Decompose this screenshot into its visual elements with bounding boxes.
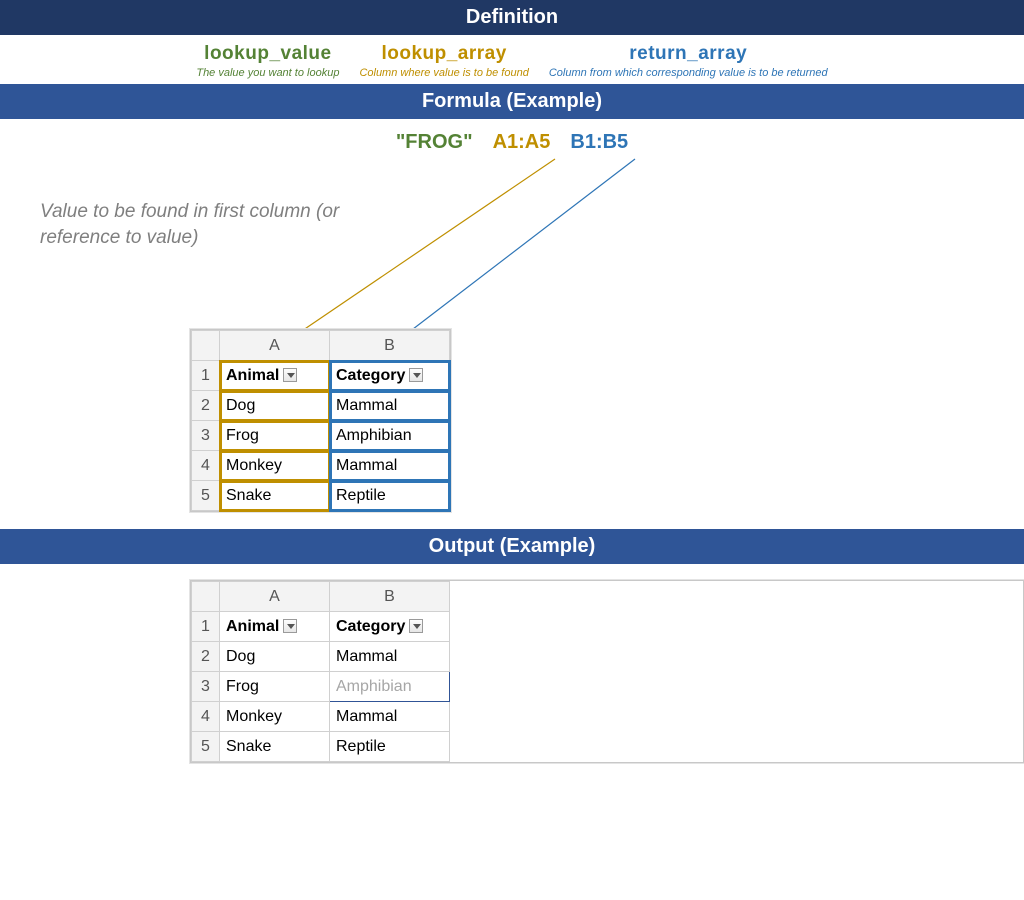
section-formula-header: Formula (Example): [0, 84, 1024, 119]
formula-arg2: A1:A5: [493, 131, 551, 154]
row-num: 3: [192, 672, 220, 702]
output-result-cell: Amphibian: [330, 672, 450, 702]
title-B: Category: [336, 618, 405, 635]
row-num: 2: [192, 642, 220, 672]
filter-icon[interactable]: [409, 368, 423, 382]
cell-B2: Mammal: [330, 391, 450, 421]
section-output-header: Output (Example): [0, 529, 1024, 564]
def-label-lookup-array: lookup_array: [359, 43, 528, 65]
row-num: 3: [192, 421, 220, 451]
row-num: 5: [192, 732, 220, 762]
cell-A3: Frog: [220, 672, 330, 702]
col-header-B: B: [330, 331, 450, 361]
def-desc-lookup-value: The value you want to lookup: [196, 67, 339, 80]
corner-cell: [192, 582, 220, 612]
table-row: 4 Monkey Mammal: [192, 451, 450, 481]
filter-icon[interactable]: [283, 368, 297, 382]
title-A: Animal: [226, 367, 279, 384]
cell-A1: Animal: [220, 612, 330, 642]
cell-A4: Monkey: [220, 702, 330, 732]
col-header-A: A: [220, 331, 330, 361]
def-label-return-array: return_array: [549, 43, 828, 65]
def-label-lookup-value: lookup_value: [196, 43, 339, 65]
hint-text: Value to be found in first column (or re…: [40, 199, 340, 250]
cell-B2: Mammal: [330, 642, 450, 672]
row-num: 4: [192, 451, 220, 481]
cell-B1: Category: [330, 612, 450, 642]
cell-A2: Dog: [220, 642, 330, 672]
cell-B5: Reptile: [330, 732, 450, 762]
row-num: 1: [192, 361, 220, 391]
definition-row: lookup_value The value you want to looku…: [0, 35, 1024, 84]
col-headers: A B: [192, 331, 450, 361]
cell-B5: Reptile: [330, 481, 450, 511]
table-row: 3 Frog Amphibian: [192, 421, 450, 451]
col-header-B: B: [330, 582, 450, 612]
formula-row: "FROG" A1:A5 B1:B5: [0, 131, 1024, 154]
cell-A4: Monkey: [220, 451, 330, 481]
def-lookup-array: lookup_array Column where value is to be…: [359, 43, 528, 80]
title-B: Category: [336, 367, 405, 384]
table-row: 5 Snake Reptile: [192, 732, 450, 762]
cell-B4: Mammal: [330, 451, 450, 481]
cell-A1: Animal: [220, 361, 330, 391]
table-row: 4 Monkey Mammal: [192, 702, 450, 732]
row-num: 5: [192, 481, 220, 511]
table-row: 3 Frog Amphibian: [192, 672, 450, 702]
row-num: 4: [192, 702, 220, 732]
output-table: A B 1 Animal Category 2 Dog Mammal 3 Fro…: [190, 580, 1024, 763]
def-lookup-value: lookup_value The value you want to looku…: [196, 43, 339, 80]
formula-area: "FROG" A1:A5 B1:B5 Value to be found in …: [0, 119, 1024, 529]
def-desc-return-array: Column from which corresponding value is…: [549, 67, 828, 80]
arrow-overlay: [0, 119, 1024, 529]
output-area: A B 1 Animal Category 2 Dog Mammal 3 Fro…: [0, 564, 1024, 783]
table-row: 2 Dog Mammal: [192, 391, 450, 421]
table-row: 1 Animal Category: [192, 361, 450, 391]
corner-cell: [192, 331, 220, 361]
table-row: 1 Animal Category: [192, 612, 450, 642]
cell-B3: Amphibian: [330, 421, 450, 451]
row-num: 1: [192, 612, 220, 642]
cell-A5: Snake: [220, 481, 330, 511]
formula-arg3: B1:B5: [570, 131, 628, 154]
table-row: 5 Snake Reptile: [192, 481, 450, 511]
title-A: Animal: [226, 618, 279, 635]
table-row: 2 Dog Mammal: [192, 642, 450, 672]
row-num: 2: [192, 391, 220, 421]
section-definition-header: Definition: [0, 0, 1024, 35]
cell-B4: Mammal: [330, 702, 450, 732]
cell-A2: Dog: [220, 391, 330, 421]
filter-icon[interactable]: [409, 619, 423, 633]
cell-B1: Category: [330, 361, 450, 391]
col-header-A: A: [220, 582, 330, 612]
filter-icon[interactable]: [283, 619, 297, 633]
def-desc-lookup-array: Column where value is to be found: [359, 67, 528, 80]
def-return-array: return_array Column from which correspon…: [549, 43, 828, 80]
col-headers: A B: [192, 582, 450, 612]
example-table: A B 1 Animal Category 2 Dog Mammal 3 Fro…: [190, 329, 451, 512]
arrow-blue: [400, 159, 635, 339]
cell-A3: Frog: [220, 421, 330, 451]
cell-A5: Snake: [220, 732, 330, 762]
formula-arg1: "FROG": [396, 131, 473, 154]
